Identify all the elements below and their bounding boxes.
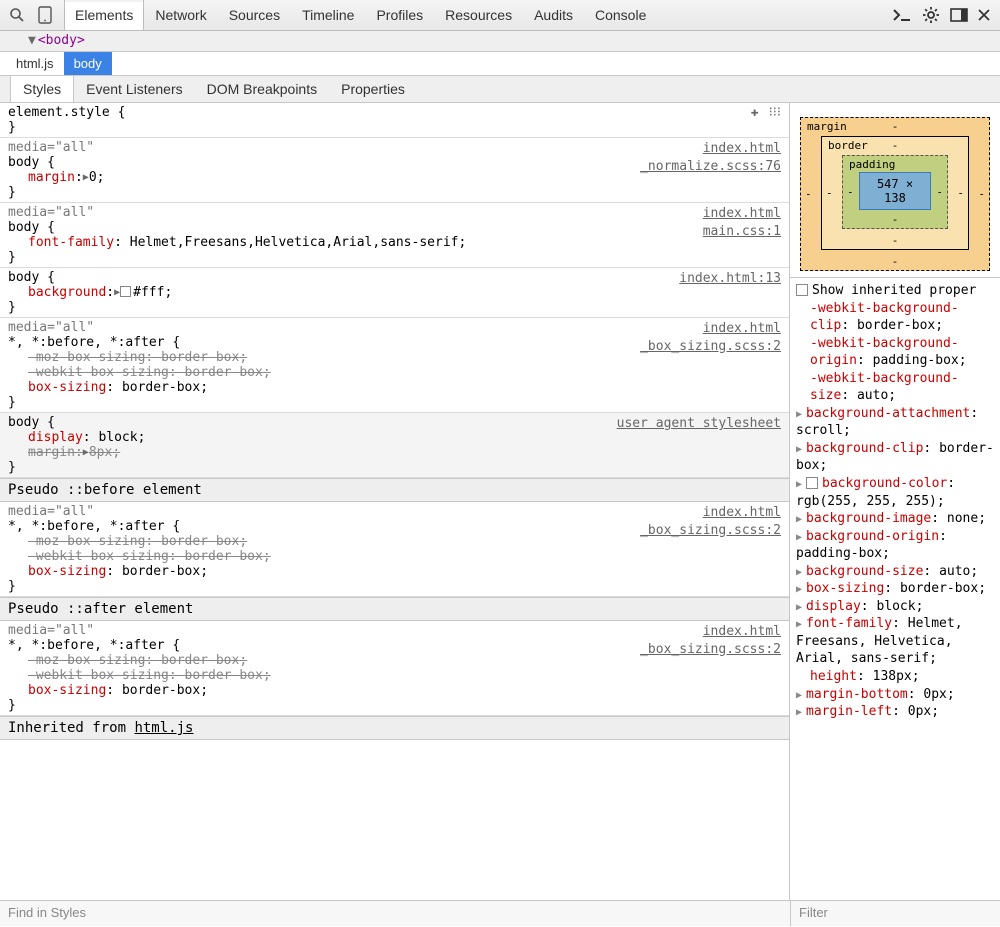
color-swatch-icon[interactable]: [120, 286, 131, 297]
computed-property[interactable]: -webkit-background-origin: padding-box;: [796, 335, 994, 370]
tab-timeline[interactable]: Timeline: [291, 0, 365, 30]
tab-console[interactable]: Console: [584, 0, 657, 30]
source-link[interactable]: main.css:1: [703, 224, 781, 239]
computed-property[interactable]: ▶ background-attachment: scroll;: [796, 405, 994, 440]
devtools-toolbar: Elements Network Sources Timeline Profil…: [0, 0, 1000, 31]
tab-profiles[interactable]: Profiles: [365, 0, 434, 30]
computed-property[interactable]: ▶ background-origin: padding-box;: [796, 528, 994, 563]
source-link[interactable]: index.html: [703, 321, 781, 336]
source-link[interactable]: _box_sizing.scss:2: [640, 339, 781, 354]
computed-property[interactable]: ▶ margin-bottom: 0px;: [796, 686, 994, 704]
rule-user-agent[interactable]: user agent stylesheet body { display: bl…: [0, 413, 789, 478]
source-link[interactable]: _box_sizing.scss:2: [640, 523, 781, 538]
new-style-rule-icon[interactable]: ✚: [751, 105, 759, 135]
close-icon[interactable]: [978, 9, 990, 21]
expand-triangle-icon[interactable]: ▼: [28, 33, 36, 48]
section-pseudo-before: Pseudo ::before element: [0, 478, 789, 502]
computed-property[interactable]: -webkit-background-size: auto;: [796, 370, 994, 405]
computed-pane: margin ---- border ---- padding --- 547 …: [790, 103, 1000, 900]
computed-property[interactable]: -webkit-background-clip: border-box;: [796, 300, 994, 335]
box-model-diagram[interactable]: margin ---- border ---- padding --- 547 …: [790, 103, 1000, 277]
device-mode-icon[interactable]: [32, 3, 58, 27]
subtab-properties[interactable]: Properties: [329, 76, 417, 102]
box-model-content: 547 × 138: [859, 172, 931, 210]
sidebar-subtabs: Styles Event Listeners DOM Breakpoints P…: [0, 76, 1000, 103]
main-tabs: Elements Network Sources Timeline Profil…: [64, 0, 657, 30]
crumb-body[interactable]: body: [64, 52, 112, 75]
source-link[interactable]: _box_sizing.scss:2: [640, 642, 781, 657]
show-inherited-toggle[interactable]: Show inherited proper: [796, 282, 994, 300]
tab-audits[interactable]: Audits: [523, 0, 584, 30]
computed-property[interactable]: ▶ font-family: Helmet, Freesans, Helveti…: [796, 615, 994, 668]
computed-property[interactable]: ▶ background-clip: border-box;: [796, 440, 994, 475]
rule-body-background[interactable]: index.html:13 body { background:▶#fff; }: [0, 268, 789, 318]
computed-property[interactable]: ▶ background-color: rgb(255, 255, 255);: [796, 475, 994, 510]
computed-property[interactable]: ▶ display: block;: [796, 598, 994, 616]
computed-property[interactable]: ▶ background-image: none;: [796, 510, 994, 528]
inherited-link[interactable]: html.js: [134, 720, 193, 736]
source-link[interactable]: index.html: [703, 505, 781, 520]
subtab-event-listeners[interactable]: Event Listeners: [74, 76, 195, 102]
footer-bar: Find in Styles Filter: [0, 900, 1000, 926]
console-drawer-icon[interactable]: [892, 8, 912, 22]
dom-tree-strip[interactable]: ▼<body>: [0, 31, 1000, 52]
dock-icon[interactable]: [950, 8, 968, 22]
gear-icon[interactable]: [922, 6, 940, 24]
source-link[interactable]: index.html: [703, 624, 781, 639]
crumb-html[interactable]: html.js: [6, 52, 64, 75]
source-link[interactable]: _normalize.scss:76: [640, 159, 781, 174]
tab-elements[interactable]: Elements: [64, 0, 144, 30]
source-link[interactable]: index.html: [703, 141, 781, 156]
breadcrumb: html.js body: [0, 52, 1000, 76]
search-icon[interactable]: [4, 3, 30, 27]
source-link[interactable]: index.html: [703, 206, 781, 221]
rule-pseudo-before[interactable]: index.html_box_sizing.scss:2 media="all"…: [0, 502, 789, 597]
find-in-styles-input[interactable]: Find in Styles: [0, 901, 790, 926]
tab-sources[interactable]: Sources: [218, 0, 291, 30]
dom-node-body[interactable]: <body>: [38, 33, 85, 48]
styles-pane: element.style { } ✚ ⁝⁝⁝ index.html _norma…: [0, 103, 790, 900]
subtab-styles[interactable]: Styles: [10, 76, 74, 102]
rule-body-margin[interactable]: index.html_normalize.scss:76 media="all"…: [0, 138, 789, 203]
toggle-element-state-icon[interactable]: ⁝⁝⁝: [769, 105, 781, 135]
filter-computed-input[interactable]: Filter: [790, 901, 1000, 926]
tab-resources[interactable]: Resources: [434, 0, 523, 30]
rule-pseudo-after[interactable]: index.html_box_sizing.scss:2 media="all"…: [0, 621, 789, 716]
computed-property[interactable]: ▶ margin-left: 0px;: [796, 703, 994, 721]
checkbox-icon[interactable]: [796, 284, 808, 296]
rule-body-font[interactable]: index.htmlmain.css:1 media="all" body { …: [0, 203, 789, 268]
source-link[interactable]: index.html:13: [679, 271, 781, 286]
subtab-dom-breakpoints[interactable]: DOM Breakpoints: [195, 76, 329, 102]
section-inherited: Inherited from html.js: [0, 716, 789, 740]
section-pseudo-after: Pseudo ::after element: [0, 597, 789, 621]
computed-property[interactable]: ▶ box-sizing: border-box;: [796, 580, 994, 598]
computed-property[interactable]: height: 138px;: [796, 668, 994, 686]
computed-list: Show inherited proper -webkit-background…: [790, 277, 1000, 731]
ua-stylesheet-label: user agent stylesheet: [617, 416, 781, 431]
computed-property[interactable]: ▶ background-size: auto;: [796, 563, 994, 581]
rule-box-sizing[interactable]: index.html_box_sizing.scss:2 media="all"…: [0, 318, 789, 413]
tab-network[interactable]: Network: [144, 0, 217, 30]
rule-element-style[interactable]: element.style { } ✚ ⁝⁝⁝: [0, 103, 789, 138]
